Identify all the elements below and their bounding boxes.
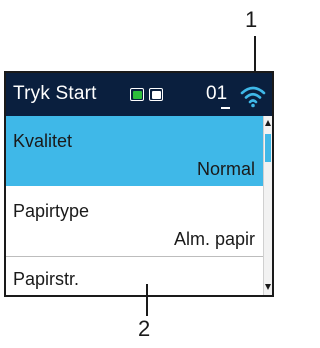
ink-cartridge-icon (149, 88, 163, 101)
menu-item-value: Normal (196, 159, 255, 179)
copy-count: 01 (206, 83, 228, 104)
scroll-up-icon[interactable] (265, 120, 271, 126)
status-bar: Tryk Start 01 (6, 73, 272, 116)
ink-cartridge-icon (130, 88, 144, 101)
settings-menu: Kvalitet Normal Papirtype Alm. papir Pap… (6, 116, 263, 295)
cursor-underline (221, 107, 230, 109)
menu-item-papirtype[interactable]: Papirtype Alm. papir (6, 186, 263, 257)
callout-number-2: 2 (138, 316, 151, 341)
wifi-icon[interactable] (240, 84, 266, 108)
menu-item-label: Kvalitet (13, 131, 73, 151)
callout-line-2 (146, 284, 148, 316)
scroll-down-icon[interactable] (265, 284, 271, 290)
menu-item-papirstr[interactable]: Papirstr. (6, 257, 263, 295)
menu-item-label: Papirstr. (13, 269, 80, 289)
lcd-screen: Tryk Start 01 Kvalitet Normal Papirtype … (4, 71, 274, 297)
menu-item-value: Alm. papir (173, 229, 255, 249)
menu-item-label: Papirtype (13, 201, 90, 221)
callout-number-1: 1 (245, 7, 258, 32)
status-title: Tryk Start (13, 83, 97, 104)
scroll-thumb[interactable] (265, 134, 271, 162)
scrollbar[interactable] (263, 116, 272, 295)
menu-item-kvalitet[interactable]: Kvalitet Normal (6, 116, 263, 186)
